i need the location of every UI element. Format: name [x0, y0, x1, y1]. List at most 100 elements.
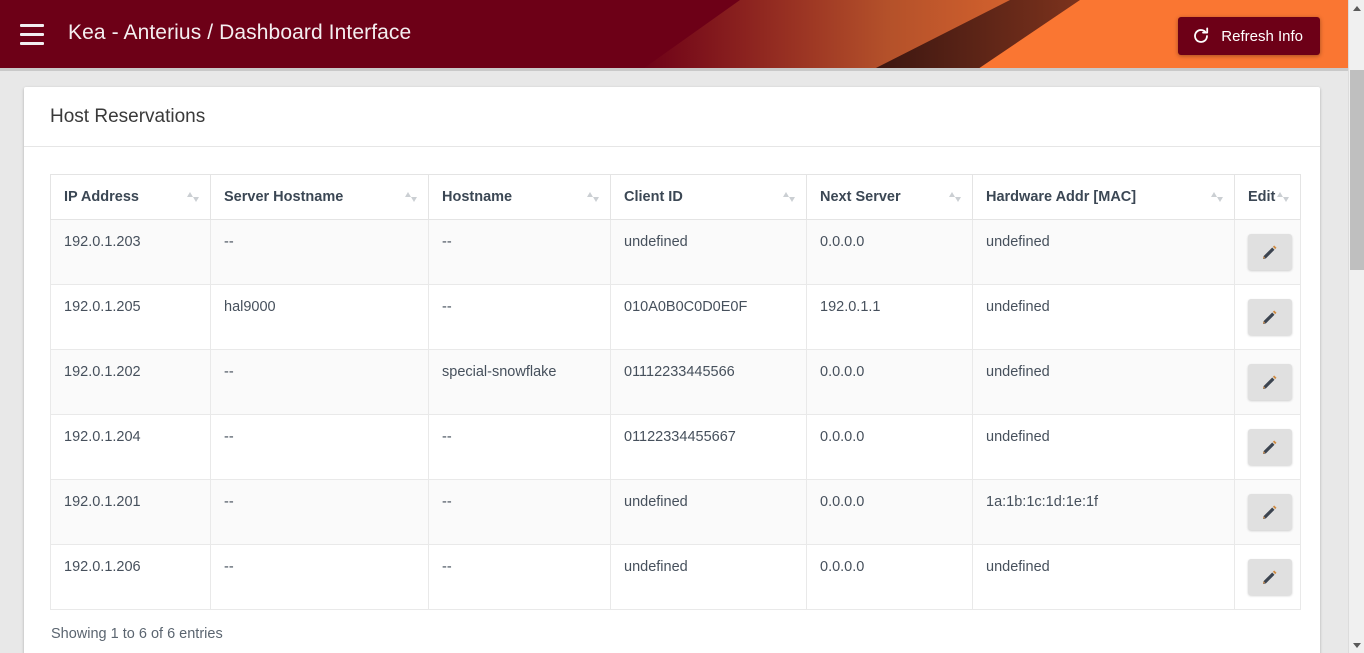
sort-icon[interactable]: [1276, 189, 1290, 205]
sort-icon[interactable]: [186, 189, 200, 205]
column-header-label: Server Hostname: [224, 189, 344, 205]
table-header-row: IP Address Server Hostname Hostname Clie…: [50, 174, 1301, 220]
cell-server-hostname: --: [210, 544, 429, 610]
hamburger-bar: [20, 33, 44, 36]
column-header-ip-address[interactable]: IP Address: [50, 174, 211, 220]
cell-hostname: special-snowflake: [428, 349, 611, 415]
cell-edit: [1234, 349, 1301, 415]
cell-hardware-addr: undefined: [972, 414, 1235, 480]
cell-hostname: --: [428, 284, 611, 350]
host-reservations-table: IP Address Server Hostname Hostname Clie…: [50, 174, 1301, 610]
column-header-next-server[interactable]: Next Server: [806, 174, 973, 220]
cell-hostname: --: [428, 544, 611, 610]
cell-hardware-addr: undefined: [972, 219, 1235, 285]
cell-client-id: undefined: [610, 219, 807, 285]
refresh-info-button[interactable]: Refresh Info: [1178, 17, 1320, 55]
app-header: Kea - Anterius / Dashboard Interface Ref…: [0, 0, 1348, 71]
cell-next-server: 192.0.1.1: [806, 284, 973, 350]
cell-client-id: 010A0B0C0D0E0F: [610, 284, 807, 350]
column-header-hardware-addr-mac[interactable]: Hardware Addr [MAC]: [972, 174, 1235, 220]
scrollbar-thumb[interactable]: [1350, 70, 1364, 270]
sort-icon[interactable]: [586, 189, 600, 205]
column-header-label: IP Address: [64, 189, 139, 205]
host-reservations-card: Host Reservations IP Address Server Host…: [24, 87, 1320, 653]
cell-hardware-addr: undefined: [972, 284, 1235, 350]
sort-icon[interactable]: [782, 189, 796, 205]
pencil-icon: [1261, 503, 1279, 521]
edit-row-button[interactable]: [1248, 429, 1292, 465]
column-header-label: Next Server: [820, 189, 901, 205]
cell-server-hostname: --: [210, 219, 429, 285]
card-body: IP Address Server Hostname Hostname Clie…: [24, 147, 1320, 653]
cell-hostname: --: [428, 479, 611, 545]
table-row: 192.0.1.205 hal9000 -- 010A0B0C0D0E0F 192.0.…: [50, 284, 1301, 350]
cell-edit: [1234, 544, 1301, 610]
cell-next-server: 0.0.0.0: [806, 479, 973, 545]
column-header-edit[interactable]: Edit: [1234, 174, 1301, 220]
sort-icon[interactable]: [1210, 189, 1224, 205]
refresh-info-label: Refresh Info: [1221, 27, 1303, 45]
scroll-up-arrow-icon[interactable]: [1349, 0, 1364, 16]
table-head: IP Address Server Hostname Hostname Clie…: [50, 174, 1301, 220]
cell-ip-address: 192.0.1.201: [50, 479, 211, 545]
cell-ip-address: 192.0.1.206: [50, 544, 211, 610]
cell-next-server: 0.0.0.0: [806, 414, 973, 480]
table-footer: Showing 1 to 6 of 6 entries Previous 1 N…: [50, 610, 1294, 653]
table-row: 192.0.1.204 -- -- 01122334455667 0.0.0.0 unde…: [50, 414, 1301, 480]
edit-row-button[interactable]: [1248, 494, 1292, 530]
cell-hostname: --: [428, 219, 611, 285]
cell-edit: [1234, 284, 1301, 350]
cell-next-server: 0.0.0.0: [806, 544, 973, 610]
cell-client-id: 01112233445566: [610, 349, 807, 415]
scroll-down-arrow-icon[interactable]: [1349, 637, 1364, 653]
pencil-icon: [1261, 308, 1279, 326]
hamburger-bar: [20, 42, 44, 45]
column-header-hostname[interactable]: Hostname: [428, 174, 611, 220]
table-row: 192.0.1.202 -- special-snowflake 0111223344…: [50, 349, 1301, 415]
cell-client-id: undefined: [610, 479, 807, 545]
refresh-icon: [1192, 27, 1210, 45]
pencil-icon: [1261, 568, 1279, 586]
vertical-scrollbar[interactable]: [1348, 0, 1364, 653]
edit-row-button[interactable]: [1248, 364, 1292, 400]
pencil-icon: [1261, 243, 1279, 261]
cell-server-hostname: --: [210, 479, 429, 545]
edit-row-button[interactable]: [1248, 234, 1292, 270]
column-header-client-id[interactable]: Client ID: [610, 174, 807, 220]
table-body: 192.0.1.203 -- -- undefined 0.0.0.0 undefined…: [50, 219, 1301, 610]
page-title: Host Reservations: [50, 105, 206, 127]
hamburger-menu-icon[interactable]: [20, 24, 44, 46]
column-header-label: Hardware Addr [MAC]: [986, 189, 1137, 205]
cell-ip-address: 192.0.1.204: [50, 414, 211, 480]
cell-server-hostname: --: [210, 414, 429, 480]
column-header-label: Client ID: [624, 189, 683, 205]
column-header-label: Edit: [1248, 189, 1276, 205]
table-info: Showing 1 to 6 of 6 entries: [51, 626, 223, 642]
cell-ip-address: 192.0.1.205: [50, 284, 211, 350]
table-row: 192.0.1.206 -- -- undefined 0.0.0.0 undefined: [50, 544, 1301, 610]
hamburger-bar: [20, 24, 44, 27]
column-header-server-hostname[interactable]: Server Hostname: [210, 174, 429, 220]
sort-icon[interactable]: [948, 189, 962, 205]
header-bottom-divider: [0, 68, 1348, 71]
cell-hostname: --: [428, 414, 611, 480]
cell-edit: [1234, 414, 1301, 480]
cell-next-server: 0.0.0.0: [806, 219, 973, 285]
cell-edit: [1234, 479, 1301, 545]
column-header-label: Hostname: [442, 189, 513, 205]
pencil-icon: [1261, 373, 1279, 391]
cell-hardware-addr: undefined: [972, 544, 1235, 610]
sort-icon[interactable]: [404, 189, 418, 205]
card-header: Host Reservations: [24, 87, 1320, 147]
edit-row-button[interactable]: [1248, 559, 1292, 595]
cell-client-id: 01122334455667: [610, 414, 807, 480]
cell-ip-address: 192.0.1.203: [50, 219, 211, 285]
cell-client-id: undefined: [610, 544, 807, 610]
edit-row-button[interactable]: [1248, 299, 1292, 335]
app-viewport: Kea - Anterius / Dashboard Interface Ref…: [0, 0, 1364, 653]
table-row: 192.0.1.203 -- -- undefined 0.0.0.0 undefined: [50, 219, 1301, 285]
cell-ip-address: 192.0.1.202: [50, 349, 211, 415]
pencil-icon: [1261, 438, 1279, 456]
cell-server-hostname: --: [210, 349, 429, 415]
cell-edit: [1234, 219, 1301, 285]
